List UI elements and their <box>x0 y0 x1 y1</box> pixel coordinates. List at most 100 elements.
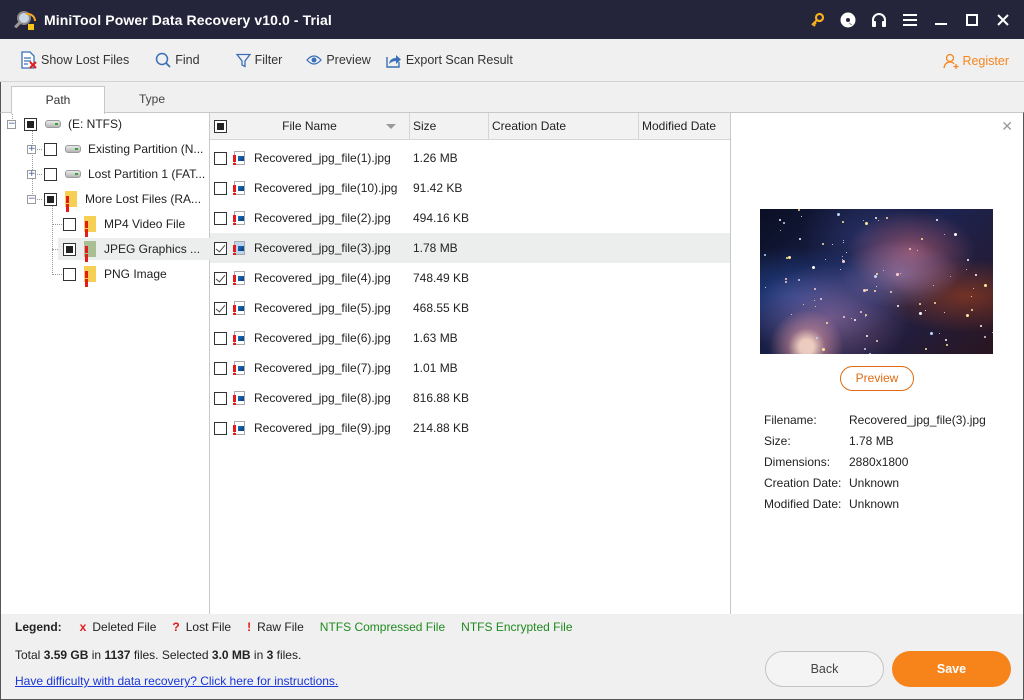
file-row[interactable]: Recovered_jpg_file(5).jpg 468.55 KB <box>210 293 730 323</box>
register-button[interactable]: Register <box>943 39 1009 82</box>
raw-folder-icon <box>84 216 96 232</box>
file-checkbox[interactable] <box>214 241 227 255</box>
preview-toolbar-label: Preview <box>326 53 371 67</box>
file-row[interactable]: Recovered_jpg_file(6).jpg 1.63 MB <box>210 323 730 353</box>
tree-checkbox[interactable] <box>24 117 37 131</box>
star-dot <box>966 258 969 261</box>
key-icon[interactable] <box>801 0 832 39</box>
status-area: Legend: x Deleted File ? Lost File ! Raw Fi… <box>0 614 1024 700</box>
star-dot <box>866 289 869 292</box>
file-size: 91.42 KB <box>413 181 463 195</box>
star-dot <box>965 313 969 317</box>
column-header-file-name[interactable]: File Name <box>210 113 410 140</box>
star-dot <box>842 255 844 257</box>
info-value-creation-date: Unknown <box>849 475 900 490</box>
star-dot <box>933 285 935 287</box>
jpg-file-icon <box>233 241 245 255</box>
file-row[interactable]: Recovered_jpg_file(2).jpg 494.16 KB <box>210 203 730 233</box>
star-dot <box>802 304 804 306</box>
totals-text: files. Selected <box>133 648 209 662</box>
file-checkbox[interactable] <box>214 361 227 375</box>
star-dot <box>953 233 957 237</box>
star-dot <box>840 269 842 271</box>
file-checkbox[interactable] <box>214 181 227 195</box>
collapse-icon[interactable]: − <box>7 119 16 129</box>
help-link[interactable]: Have difficulty with data recovery? Clic… <box>15 674 338 688</box>
file-checkbox[interactable] <box>214 211 227 225</box>
file-name: Recovered_jpg_file(8).jpg <box>254 391 391 405</box>
expand-icon[interactable]: + <box>27 144 36 154</box>
tree-item-existing-partition[interactable]: + Existing Partition (N... <box>27 138 203 160</box>
app-logo-icon <box>14 9 36 31</box>
tree-item-png[interactable]: PNG Image <box>63 263 167 285</box>
back-button[interactable]: Back <box>765 651 884 687</box>
user-add-icon <box>943 53 959 69</box>
headset-icon[interactable] <box>863 0 894 39</box>
file-row[interactable]: Recovered_jpg_file(9).jpg 214.88 KB <box>210 413 730 443</box>
tree-checkbox[interactable] <box>63 217 76 231</box>
tree-checkbox[interactable] <box>44 192 57 206</box>
legend-deleted-file: x Deleted File <box>80 620 157 634</box>
select-all-checkbox[interactable] <box>214 120 227 133</box>
tree-item-e-ntfs[interactable]: − (E: NTFS) <box>7 113 122 135</box>
tree-checkbox[interactable] <box>63 267 76 281</box>
save-button[interactable]: Save <box>892 651 1011 687</box>
file-row[interactable]: Recovered_jpg_file(8).jpg 816.88 KB <box>210 383 730 413</box>
star-dot <box>883 270 885 272</box>
minimize-icon[interactable] <box>925 0 956 39</box>
close-preview-icon[interactable]: ✕ <box>1001 119 1013 135</box>
raw-folder-icon <box>84 266 96 282</box>
maximize-icon[interactable] <box>956 0 987 39</box>
file-checkbox[interactable] <box>214 301 227 315</box>
tree-checkbox[interactable] <box>44 167 57 181</box>
jpg-file-icon <box>233 211 245 225</box>
close-icon[interactable] <box>987 0 1018 39</box>
file-checkbox[interactable] <box>214 391 227 405</box>
file-row[interactable]: Recovered_jpg_file(3).jpg 1.78 MB <box>210 233 730 263</box>
star-dot <box>822 347 826 351</box>
collapse-icon[interactable]: − <box>27 194 36 204</box>
column-header-modified-date[interactable]: Modified Date <box>639 113 730 140</box>
filter-icon <box>235 53 251 68</box>
star-dot <box>921 238 924 241</box>
tree-item-more-lost-files[interactable]: − More Lost Files (RA... <box>27 188 201 210</box>
star-dot <box>764 253 767 256</box>
star-dot <box>944 233 946 235</box>
raw-folder-icon <box>84 241 96 257</box>
file-row[interactable]: Recovered_jpg_file(10).jpg 91.42 KB <box>210 173 730 203</box>
filter-button[interactable]: Filter <box>235 39 282 82</box>
tree-checkbox[interactable] <box>44 142 57 156</box>
file-list: File Name Size Creation Date Modified Da… <box>210 112 731 614</box>
info-label-modified-date: Modified Date: <box>764 496 842 511</box>
expand-icon[interactable]: + <box>27 169 36 179</box>
total-files: 1137 <box>104 648 131 662</box>
disc-icon[interactable] <box>832 0 863 39</box>
file-checkbox[interactable] <box>214 331 227 345</box>
jpg-file-icon <box>233 331 245 345</box>
file-row[interactable]: Recovered_jpg_file(7).jpg 1.01 MB <box>210 353 730 383</box>
file-row[interactable]: Recovered_jpg_file(4).jpg 748.49 KB <box>210 263 730 293</box>
tree-checkbox[interactable] <box>63 242 76 256</box>
show-lost-files-button[interactable]: Show Lost Files <box>21 39 129 82</box>
column-header-creation-date[interactable]: Creation Date <box>489 113 639 140</box>
tree-item-jpeg[interactable]: JPEG Graphics ... <box>58 238 210 260</box>
star-dot <box>875 286 877 288</box>
file-row[interactable]: Recovered_jpg_file(1).jpg 1.26 MB <box>210 143 730 173</box>
file-checkbox[interactable] <box>214 151 227 165</box>
find-button[interactable]: Find <box>155 39 200 82</box>
scan-totals: Total 3.59 GB in 1137 files. Selected 3.… <box>15 648 301 662</box>
eye-icon <box>306 55 323 65</box>
preview-button[interactable]: Preview <box>840 366 914 391</box>
tree-item-mp4[interactable]: MP4 Video File <box>63 213 210 235</box>
tab-type[interactable]: Type <box>105 86 199 113</box>
column-header-size[interactable]: Size <box>410 113 489 140</box>
menu-icon[interactable] <box>894 0 925 39</box>
export-label: Export Scan Result <box>405 53 513 67</box>
tab-path[interactable]: Path <box>11 86 105 114</box>
export-scan-result-button[interactable]: Export Scan Result <box>386 39 513 82</box>
preview-toolbar-button[interactable]: Preview <box>306 39 371 82</box>
file-checkbox[interactable] <box>214 271 227 285</box>
star-dot <box>831 244 833 246</box>
tree-item-lost-partition[interactable]: + Lost Partition 1 (FAT... <box>27 163 205 185</box>
file-checkbox[interactable] <box>214 421 227 435</box>
